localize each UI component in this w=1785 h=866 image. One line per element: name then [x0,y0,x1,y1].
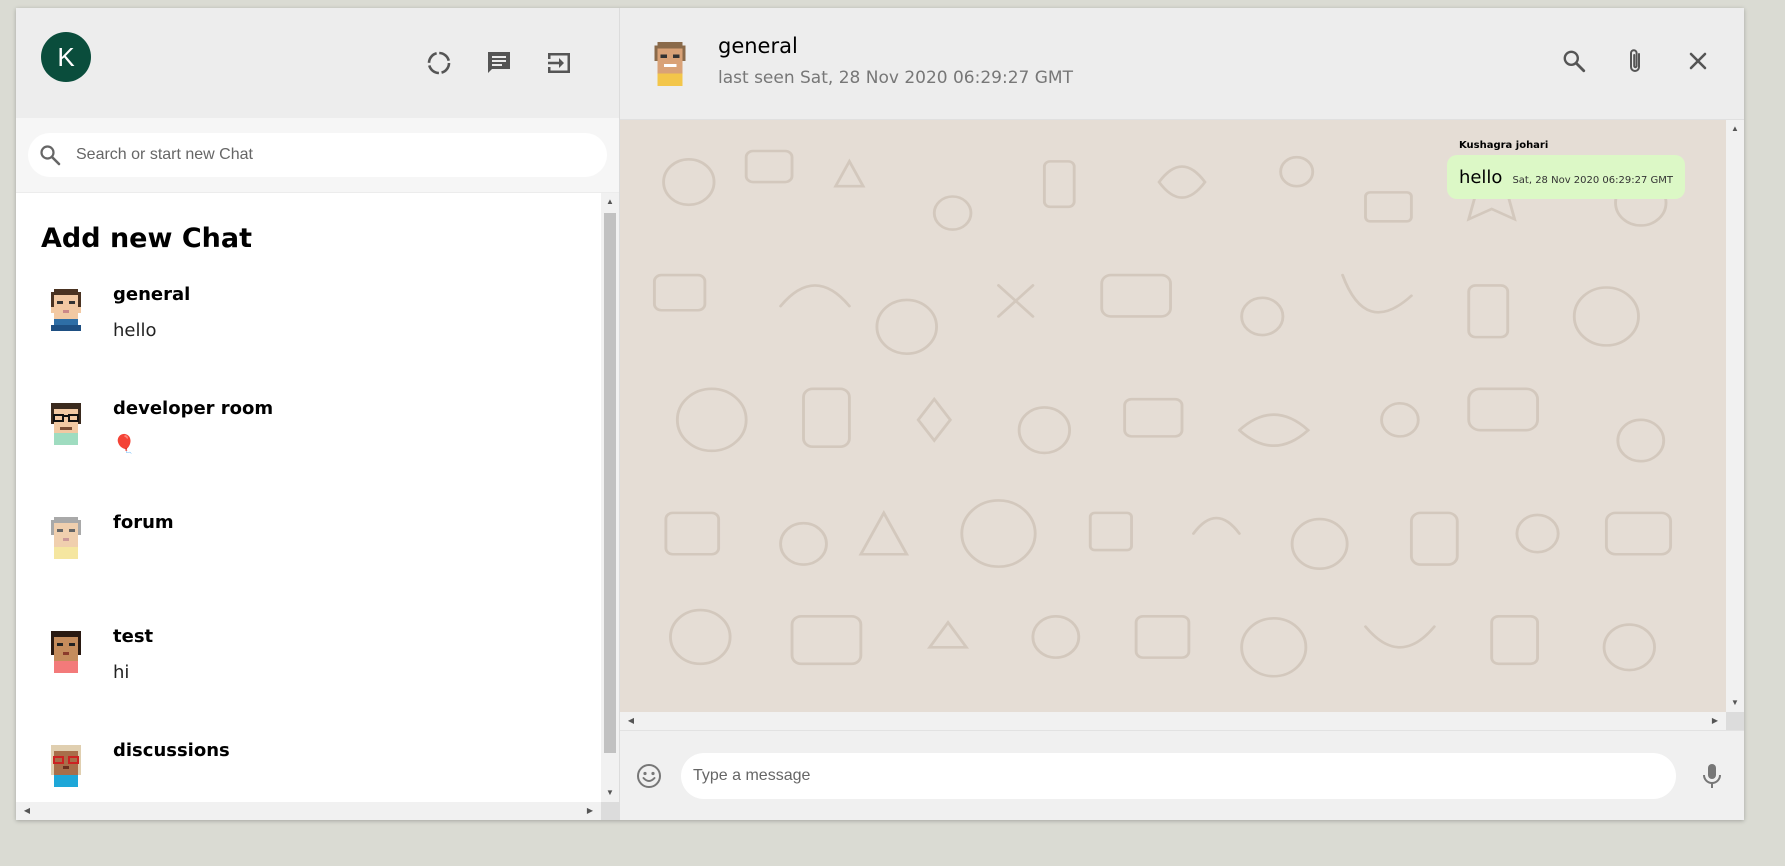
chat-item[interactable]: test hi [16,626,601,740]
chat-item[interactable]: forum [16,512,601,626]
avatar-forum [51,517,81,559]
message-input-box [681,752,1676,799]
chat-header-info: general last seen Sat, 28 Nov 2020 06:29… [718,34,1554,88]
scroll-left-arrow-icon[interactable]: ◀ [622,716,640,726]
scroll-up-arrow-icon[interactable]: ▲ [1726,124,1744,134]
avatar-discussions [51,745,81,787]
message-sender: Kushagra johari [1458,140,1549,151]
emoji-icon[interactable] [629,756,669,796]
chat-info: discussions [113,740,230,802]
message[interactable]: Kushagra johari hello Sat, 28 Nov 2020 0… [1446,140,1685,199]
chat-item[interactable]: developer room 🎈 [16,398,601,512]
new-chat-icon[interactable] [479,43,519,83]
chat-info: developer room 🎈 [113,398,273,512]
logout-icon[interactable] [539,43,579,83]
chat-name: test [113,626,154,647]
chat-header-icons [1554,41,1718,81]
chat-info: test hi [113,626,153,740]
chat-item[interactable]: discussions [16,740,601,802]
search-icon[interactable] [1554,41,1594,81]
chat-name: general [113,284,191,305]
close-icon[interactable] [1678,41,1718,81]
scroll-right-arrow-icon[interactable]: ▶ [1706,716,1724,726]
microphone-icon[interactable] [1692,756,1732,796]
message-bubble[interactable]: hello Sat, 28 Nov 2020 06:29:27 GMT [1446,155,1685,199]
chat-info: forum [113,512,174,626]
composer [620,730,1744,820]
avatar-test [51,631,81,673]
chat-last-message: hi [113,662,130,683]
message-input[interactable] [693,766,1664,785]
status-icon[interactable] [419,43,459,83]
search-input[interactable] [76,146,556,164]
messages-vertical-scrollbar[interactable]: ▲ ▼ [1726,120,1744,712]
avatar-developer-room [51,403,81,445]
scrollbar-corner [601,802,619,820]
message-timestamp: Sat, 28 Nov 2020 06:29:27 GMT [1512,175,1673,186]
sidebar-horizontal-scrollbar[interactable]: ◀ ▶ [16,802,601,820]
user-avatar[interactable]: K [41,32,91,82]
scroll-up-arrow-icon[interactable]: ▲ [601,197,619,207]
chat-name: discussions [113,740,230,761]
chat-header: general last seen Sat, 28 Nov 2020 06:29… [620,8,1744,120]
scroll-left-arrow-icon[interactable]: ◀ [18,806,36,816]
sidebar-header-icons [419,43,579,83]
chat-name: forum [113,512,174,533]
scrollbar-thumb[interactable] [604,213,616,753]
scroll-down-arrow-icon[interactable]: ▼ [601,788,619,798]
message-text: hello [1458,167,1503,188]
scroll-right-arrow-icon[interactable]: ▶ [581,806,599,816]
chat-info: general hello [113,284,190,398]
chat-item[interactable]: general hello [16,284,601,398]
messages-area: Kushagra johari hello Sat, 28 Nov 2020 0… [620,120,1744,730]
scroll-down-arrow-icon[interactable]: ▼ [1726,698,1744,708]
chat-wallpaper [652,149,1673,678]
sidebar-vertical-scrollbar[interactable]: ▲ ▼ [601,193,619,802]
add-new-chat-button[interactable]: Add new Chat [16,193,601,284]
chats-list: Add new Chat general hello developer roo… [16,193,601,802]
scrollbar-corner [1726,712,1744,730]
avatar-general [51,289,81,331]
search-box [28,133,607,177]
chat-avatar[interactable] [648,39,692,89]
chats-area: Add new Chat general hello developer roo… [16,193,619,820]
chat-last-message: 🎈 [113,434,136,455]
messages-horizontal-scrollbar[interactable]: ◀ ▶ [620,712,1726,730]
app-window: K Search or start new Chat Add new Chat … [16,8,1744,820]
search-icon [40,145,61,166]
chat-title: general [718,34,798,58]
sidebar: K Search or start new Chat Add new Chat … [16,8,620,820]
sidebar-header: K [16,8,619,118]
chat-name: developer room [113,398,274,419]
last-seen: last seen Sat, 28 Nov 2020 06:29:27 GMT [718,68,1073,88]
search-bar [16,118,619,193]
attach-icon[interactable] [1616,41,1656,81]
chat-panel: general last seen Sat, 28 Nov 2020 06:29… [620,8,1744,820]
chat-last-message: hello [113,320,157,341]
